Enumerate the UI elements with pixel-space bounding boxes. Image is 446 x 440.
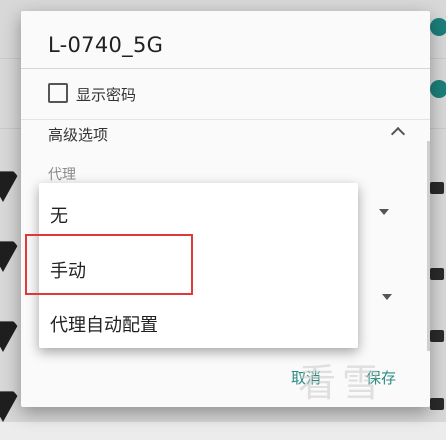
title-divider bbox=[21, 68, 430, 69]
dropdown-caret-icon[interactable] bbox=[382, 294, 392, 300]
lock-icon bbox=[430, 330, 444, 342]
chevron-up-icon[interactable] bbox=[390, 126, 406, 142]
watermark-logo: 看雪 bbox=[298, 361, 387, 405]
network-status-icon bbox=[430, 80, 446, 98]
wifi-signal-icon bbox=[0, 321, 20, 352]
lock-icon bbox=[430, 268, 444, 280]
advanced-options-toggle[interactable]: 高级选项 bbox=[48, 124, 108, 145]
section-divider bbox=[21, 119, 430, 120]
wifi-signal-icon bbox=[0, 391, 20, 422]
wifi-signal-icon bbox=[0, 241, 20, 272]
proxy-option-none[interactable]: 无 bbox=[50, 202, 68, 228]
network-status-icon bbox=[430, 18, 446, 36]
highlight-box bbox=[25, 234, 193, 295]
lock-icon bbox=[430, 398, 444, 410]
show-password-label[interactable]: 显示密码 bbox=[76, 84, 136, 105]
proxy-option-pac[interactable]: 代理自动配置 bbox=[50, 311, 158, 337]
scrollbar[interactable] bbox=[427, 141, 430, 351]
bottom-bar bbox=[0, 422, 446, 440]
show-password-checkbox[interactable] bbox=[48, 83, 68, 103]
lock-icon bbox=[430, 182, 444, 194]
dialog-title: L-0740_5G bbox=[48, 33, 164, 57]
proxy-label: 代理 bbox=[48, 167, 76, 183]
wifi-signal-icon bbox=[0, 171, 20, 202]
proxy-dropdown-caret-icon[interactable] bbox=[379, 209, 389, 215]
